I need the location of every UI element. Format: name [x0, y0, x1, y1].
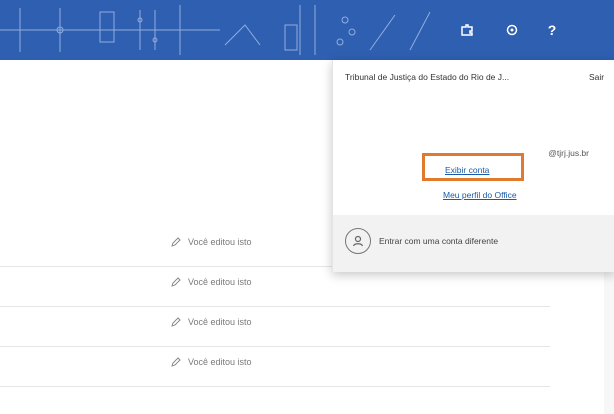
pencil-icon: [171, 357, 181, 367]
view-account-link[interactable]: Exibir conta: [445, 165, 489, 175]
activity-cell: Você editou isto: [170, 316, 252, 328]
puzzle-icon: [461, 24, 473, 36]
gear-icon: [506, 24, 518, 36]
puzzle-button[interactable]: [455, 18, 479, 42]
activity-cell: Você editou isto: [170, 276, 252, 288]
activity-cell: Você editou isto: [170, 236, 252, 248]
activity-label: Você editou isto: [188, 357, 252, 367]
list-row[interactable]: Você editou isto: [0, 266, 550, 307]
activity-cell: Você editou isto: [170, 356, 252, 368]
scrollbar[interactable]: [604, 272, 614, 414]
pencil-icon: [171, 237, 181, 247]
activity-label: Você editou isto: [188, 317, 252, 327]
list-row[interactable]: Você editou isto: [0, 346, 550, 387]
pencil-icon: [171, 317, 181, 327]
header-banner: ?: [0, 0, 614, 60]
list-row[interactable]: Você editou isto: [0, 306, 550, 347]
office-profile-link[interactable]: Meu perfil do Office: [443, 190, 517, 200]
sign-out-link[interactable]: Sair: [589, 72, 604, 82]
person-silhouette-icon: [352, 235, 364, 247]
pencil-icon: [171, 277, 181, 287]
organization-name: Tribunal de Justiça do Estado do Rio de …: [345, 72, 510, 82]
sign-in-other-account[interactable]: Entrar com uma conta diferente: [345, 228, 498, 254]
person-icon: [345, 228, 371, 254]
account-email: @tjrj.jus.br: [548, 148, 589, 158]
help-icon: ?: [547, 22, 557, 38]
help-button[interactable]: ?: [540, 18, 564, 42]
account-card: Tribunal de Justiça do Estado do Rio de …: [332, 60, 614, 272]
settings-button[interactable]: [500, 18, 524, 42]
activity-label: Você editou isto: [188, 277, 252, 287]
other-account-label: Entrar com uma conta diferente: [379, 236, 499, 246]
activity-label: Você editou isto: [188, 237, 252, 247]
